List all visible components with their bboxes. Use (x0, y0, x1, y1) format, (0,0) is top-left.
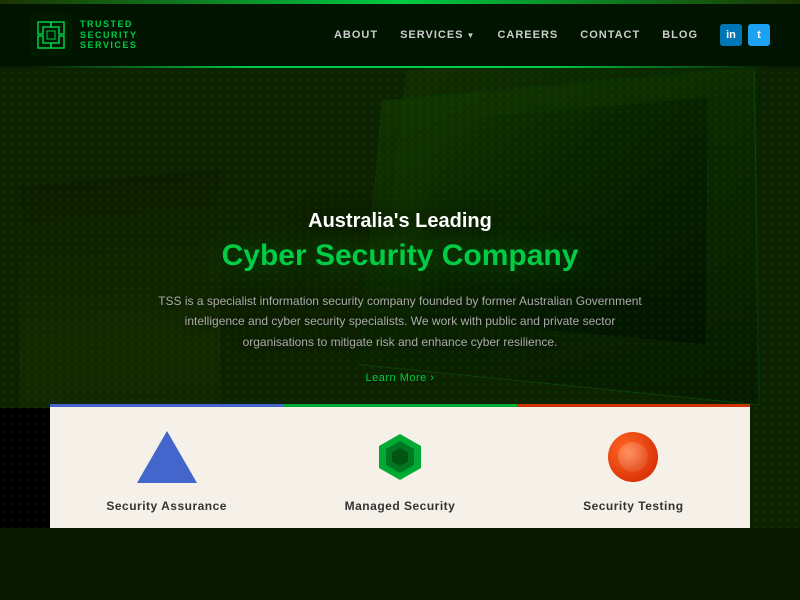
logo[interactable]: TRUSTED SECURITY SERVICES (30, 14, 138, 56)
circle-icon (608, 432, 658, 482)
nav-about[interactable]: ABOUT (334, 29, 378, 41)
twitter-icon[interactable]: t (748, 24, 770, 46)
nav-blog[interactable]: BLOG (662, 29, 698, 41)
hero-subtitle: Australia's Leading (150, 210, 650, 233)
security-assurance-icon-area (137, 427, 197, 487)
card-label-managed-security: Managed Security (298, 499, 501, 513)
header: TRUSTED SECURITY SERVICES ABOUT SERVICES… (0, 4, 800, 66)
hero-content: Australia's Leading Cyber Security Compa… (150, 210, 650, 386)
cards-section: Security Assurance Managed Security Secu… (50, 404, 750, 528)
dropdown-arrow-icon: ▼ (467, 31, 476, 40)
hero-title: Cyber Security Company (150, 239, 650, 273)
hero-description: TSS is a specialist information security… (150, 291, 650, 352)
logo-icon (30, 14, 72, 56)
card-label-security-assurance: Security Assurance (65, 499, 268, 513)
logo-text: TRUSTED SECURITY SERVICES (80, 19, 138, 51)
nav-contact[interactable]: CONTACT (580, 29, 640, 41)
navigation: ABOUT SERVICES ▼ CAREERS CONTACT BLOG in… (334, 24, 770, 46)
nav-services[interactable]: SERVICES ▼ (400, 29, 475, 41)
card-security-testing: Security Testing (517, 404, 750, 528)
hero-section: Australia's Leading Cyber Security Compa… (0, 68, 800, 528)
card-managed-security: Managed Security (283, 404, 516, 528)
nav-careers[interactable]: CAREERS (497, 29, 558, 41)
managed-security-icon-area (370, 427, 430, 487)
triangle-icon (137, 431, 197, 483)
card-security-assurance: Security Assurance (50, 404, 283, 528)
hex-icon (374, 431, 426, 483)
learn-more-link[interactable]: Learn More › (366, 372, 435, 384)
social-icons: in t (720, 24, 770, 46)
security-testing-icon-area (603, 427, 663, 487)
linkedin-icon[interactable]: in (720, 24, 742, 46)
card-label-security-testing: Security Testing (532, 499, 735, 513)
